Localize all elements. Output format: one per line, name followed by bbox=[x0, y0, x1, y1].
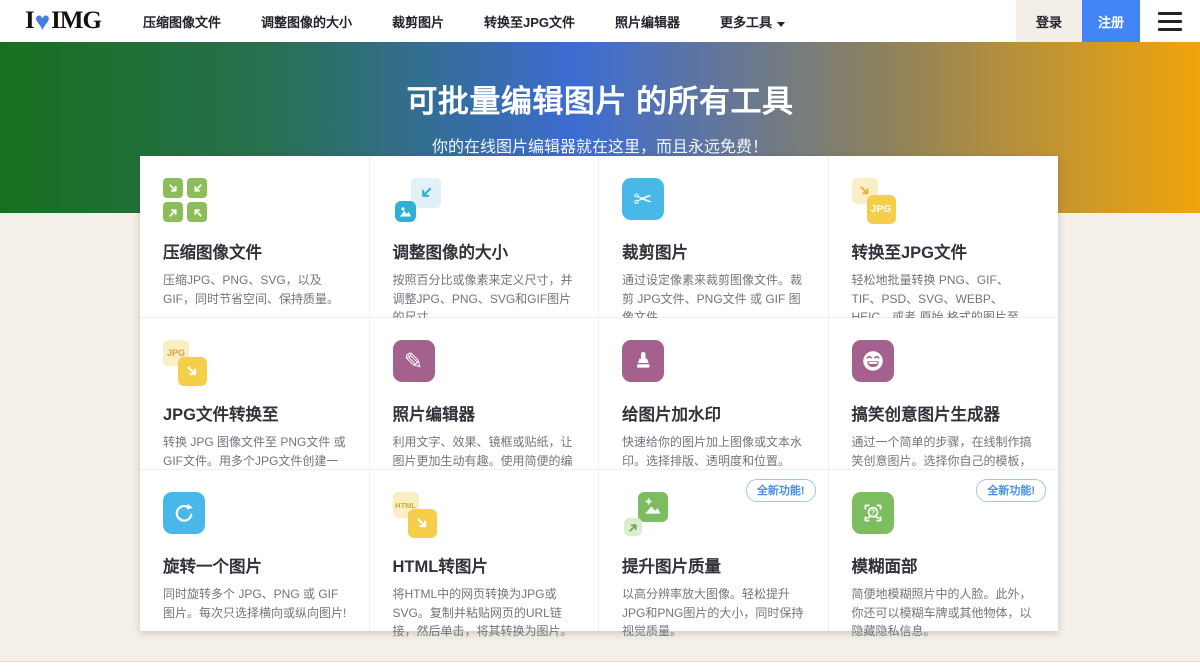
tool-description: 简便地模糊照片中的人脸。此外，你还可以模糊车牌或其他物体，以隐藏隐私信息。 bbox=[852, 585, 1039, 641]
compress-icon bbox=[163, 178, 349, 226]
tool-card-compress[interactable]: 压缩图像文件 压缩JPG、PNG、SVG，以及GIF，同时节省空间、保持质量。 bbox=[140, 156, 370, 318]
nav-item-compress[interactable]: 压缩图像文件 bbox=[143, 12, 221, 31]
resize-icon bbox=[393, 178, 579, 226]
scissors-icon: ✂ bbox=[622, 178, 808, 226]
convert-to-jpg-icon: JPG bbox=[852, 178, 1039, 226]
tool-card-resize[interactable]: 调整图像的大小 按照百分比或像素来定义尺寸，并调整JPG、PNG、SVG和GIF… bbox=[370, 156, 600, 318]
tool-card-blur-face[interactable]: 全新功能! ? 模糊面部 简便地模糊照片中的人脸。此外，你还可以模糊车牌或其他物… bbox=[829, 470, 1059, 631]
tool-title: 裁剪图片 bbox=[622, 239, 808, 263]
page-title: 可批量编辑图片 的所有工具 bbox=[0, 76, 1200, 121]
tool-description: 同时旋转多个 JPG、PNG 或 GIF 图片。每次只选择横向或纵向图片! bbox=[163, 585, 349, 622]
logo-text-img: IMG bbox=[51, 7, 101, 35]
tool-card-html-to-image[interactable]: HTML HTML转图片 将HTML中的网页转换为JPG或SVG。复制并粘贴网页… bbox=[370, 470, 600, 631]
tool-card-watermark[interactable]: 给图片加水印 快速给你的图片加上图像或文本水印。选择排版、透明度和位置。 bbox=[599, 318, 829, 470]
tool-title: 压缩图像文件 bbox=[163, 239, 349, 263]
nav-auth-area: 登录 注册 bbox=[1016, 0, 1200, 42]
nav-item-to-jpg[interactable]: 转换至JPG文件 bbox=[484, 12, 575, 31]
tool-title: 提升图片质量 bbox=[622, 553, 808, 577]
tools-grid: 压缩图像文件 压缩JPG、PNG、SVG，以及GIF，同时节省空间、保持质量。 … bbox=[140, 156, 1058, 631]
pencil-icon: ✎ bbox=[393, 340, 579, 388]
tool-description: 将HTML中的网页转换为JPG或SVG。复制并粘贴网页的URL链接，然后单击，将… bbox=[393, 585, 579, 641]
tool-card-convert-from-jpg[interactable]: JPG JPG文件转换至 转换 JPG 图像文件至 PNG文件 或 GIF文件。… bbox=[140, 318, 370, 470]
html-to-image-icon: HTML bbox=[393, 492, 579, 540]
tool-title: 搞笑创意图片生成器 bbox=[852, 401, 1039, 425]
rotate-icon bbox=[163, 492, 349, 540]
jpg-label: JPG bbox=[871, 204, 892, 215]
hamburger-menu-icon[interactable] bbox=[1140, 0, 1200, 42]
tool-card-photo-editor[interactable]: ✎ 照片编辑器 利用文字、效果、镜框或贴纸，让图片更加生动有趣。使用简便的编辑工… bbox=[370, 318, 600, 470]
tool-title: 转换至JPG文件 bbox=[852, 239, 1039, 263]
new-feature-badge: 全新功能! bbox=[976, 479, 1046, 502]
convert-from-jpg-icon: JPG bbox=[163, 340, 349, 388]
nav-item-crop[interactable]: 裁剪图片 bbox=[392, 12, 444, 31]
tool-title: 模糊面部 bbox=[852, 553, 1039, 577]
tool-description: 快速给你的图片加上图像或文本水印。选择排版、透明度和位置。 bbox=[622, 433, 808, 470]
footer-strip bbox=[0, 661, 1200, 672]
tool-description: 压缩JPG、PNG、SVG，以及GIF，同时节省空间、保持质量。 bbox=[163, 271, 349, 308]
svg-text:?: ? bbox=[870, 510, 874, 517]
stamp-icon bbox=[622, 340, 808, 388]
nav-item-photo-editor[interactable]: 照片编辑器 bbox=[615, 12, 680, 31]
nav-links: 压缩图像文件 调整图像的大小 裁剪图片 转换至JPG文件 照片编辑器 更多工具 bbox=[143, 0, 785, 42]
tool-description: 以高分辨率放大图像。轻松提升JPG和PNG图片的大小，同时保持视觉质量。 bbox=[622, 585, 808, 641]
new-feature-badge: 全新功能! bbox=[746, 479, 816, 502]
tool-card-meme-generator[interactable]: 搞笑创意图片生成器 通过一个简单的步骤，在线制作搞笑创意图片。选择你自己的模板，… bbox=[829, 318, 1059, 470]
tool-card-upscale[interactable]: 全新功能! 提升图片质量 以高分辨率放大图像。轻松提升JPG和PNG图片的大小，… bbox=[599, 470, 829, 631]
tool-card-rotate[interactable]: 旋转一个图片 同时旋转多个 JPG、PNG 或 GIF 图片。每次只选择横向或纵… bbox=[140, 470, 370, 631]
nav-item-resize[interactable]: 调整图像的大小 bbox=[261, 12, 352, 31]
tool-title: 照片编辑器 bbox=[393, 401, 579, 425]
iloveimg-logo[interactable]: I ♥ IMG bbox=[0, 0, 101, 42]
chevron-down-icon bbox=[777, 22, 785, 27]
nav-item-more-tools[interactable]: 更多工具 bbox=[720, 12, 785, 31]
more-tools-label: 更多工具 bbox=[720, 15, 772, 30]
tool-title: 调整图像的大小 bbox=[393, 239, 579, 263]
tool-card-crop[interactable]: ✂ 裁剪图片 通过设定像素来裁剪图像文件。裁剪 JPG文件、PNG文件 或 GI… bbox=[599, 156, 829, 318]
page-subtitle: 你的在线图片编辑器就在这里，而且永远免费！ bbox=[0, 133, 1200, 157]
tool-title: 旋转一个图片 bbox=[163, 553, 349, 577]
tool-title: JPG文件转换至 bbox=[163, 401, 349, 425]
logo-text-i: I bbox=[25, 7, 34, 35]
tool-title: HTML转图片 bbox=[393, 553, 579, 577]
heart-icon: ♥ bbox=[35, 8, 50, 34]
login-button[interactable]: 登录 bbox=[1016, 0, 1082, 42]
top-navigation: I ♥ IMG 压缩图像文件 调整图像的大小 裁剪图片 转换至JPG文件 照片编… bbox=[0, 0, 1200, 42]
signup-button[interactable]: 注册 bbox=[1082, 0, 1140, 42]
tool-title: 给图片加水印 bbox=[622, 401, 808, 425]
laughing-face-icon bbox=[852, 340, 1039, 388]
tool-card-convert-to-jpg[interactable]: JPG 转换至JPG文件 轻松地批量转换 PNG、GIF、TIF、PSD、SVG… bbox=[829, 156, 1059, 318]
